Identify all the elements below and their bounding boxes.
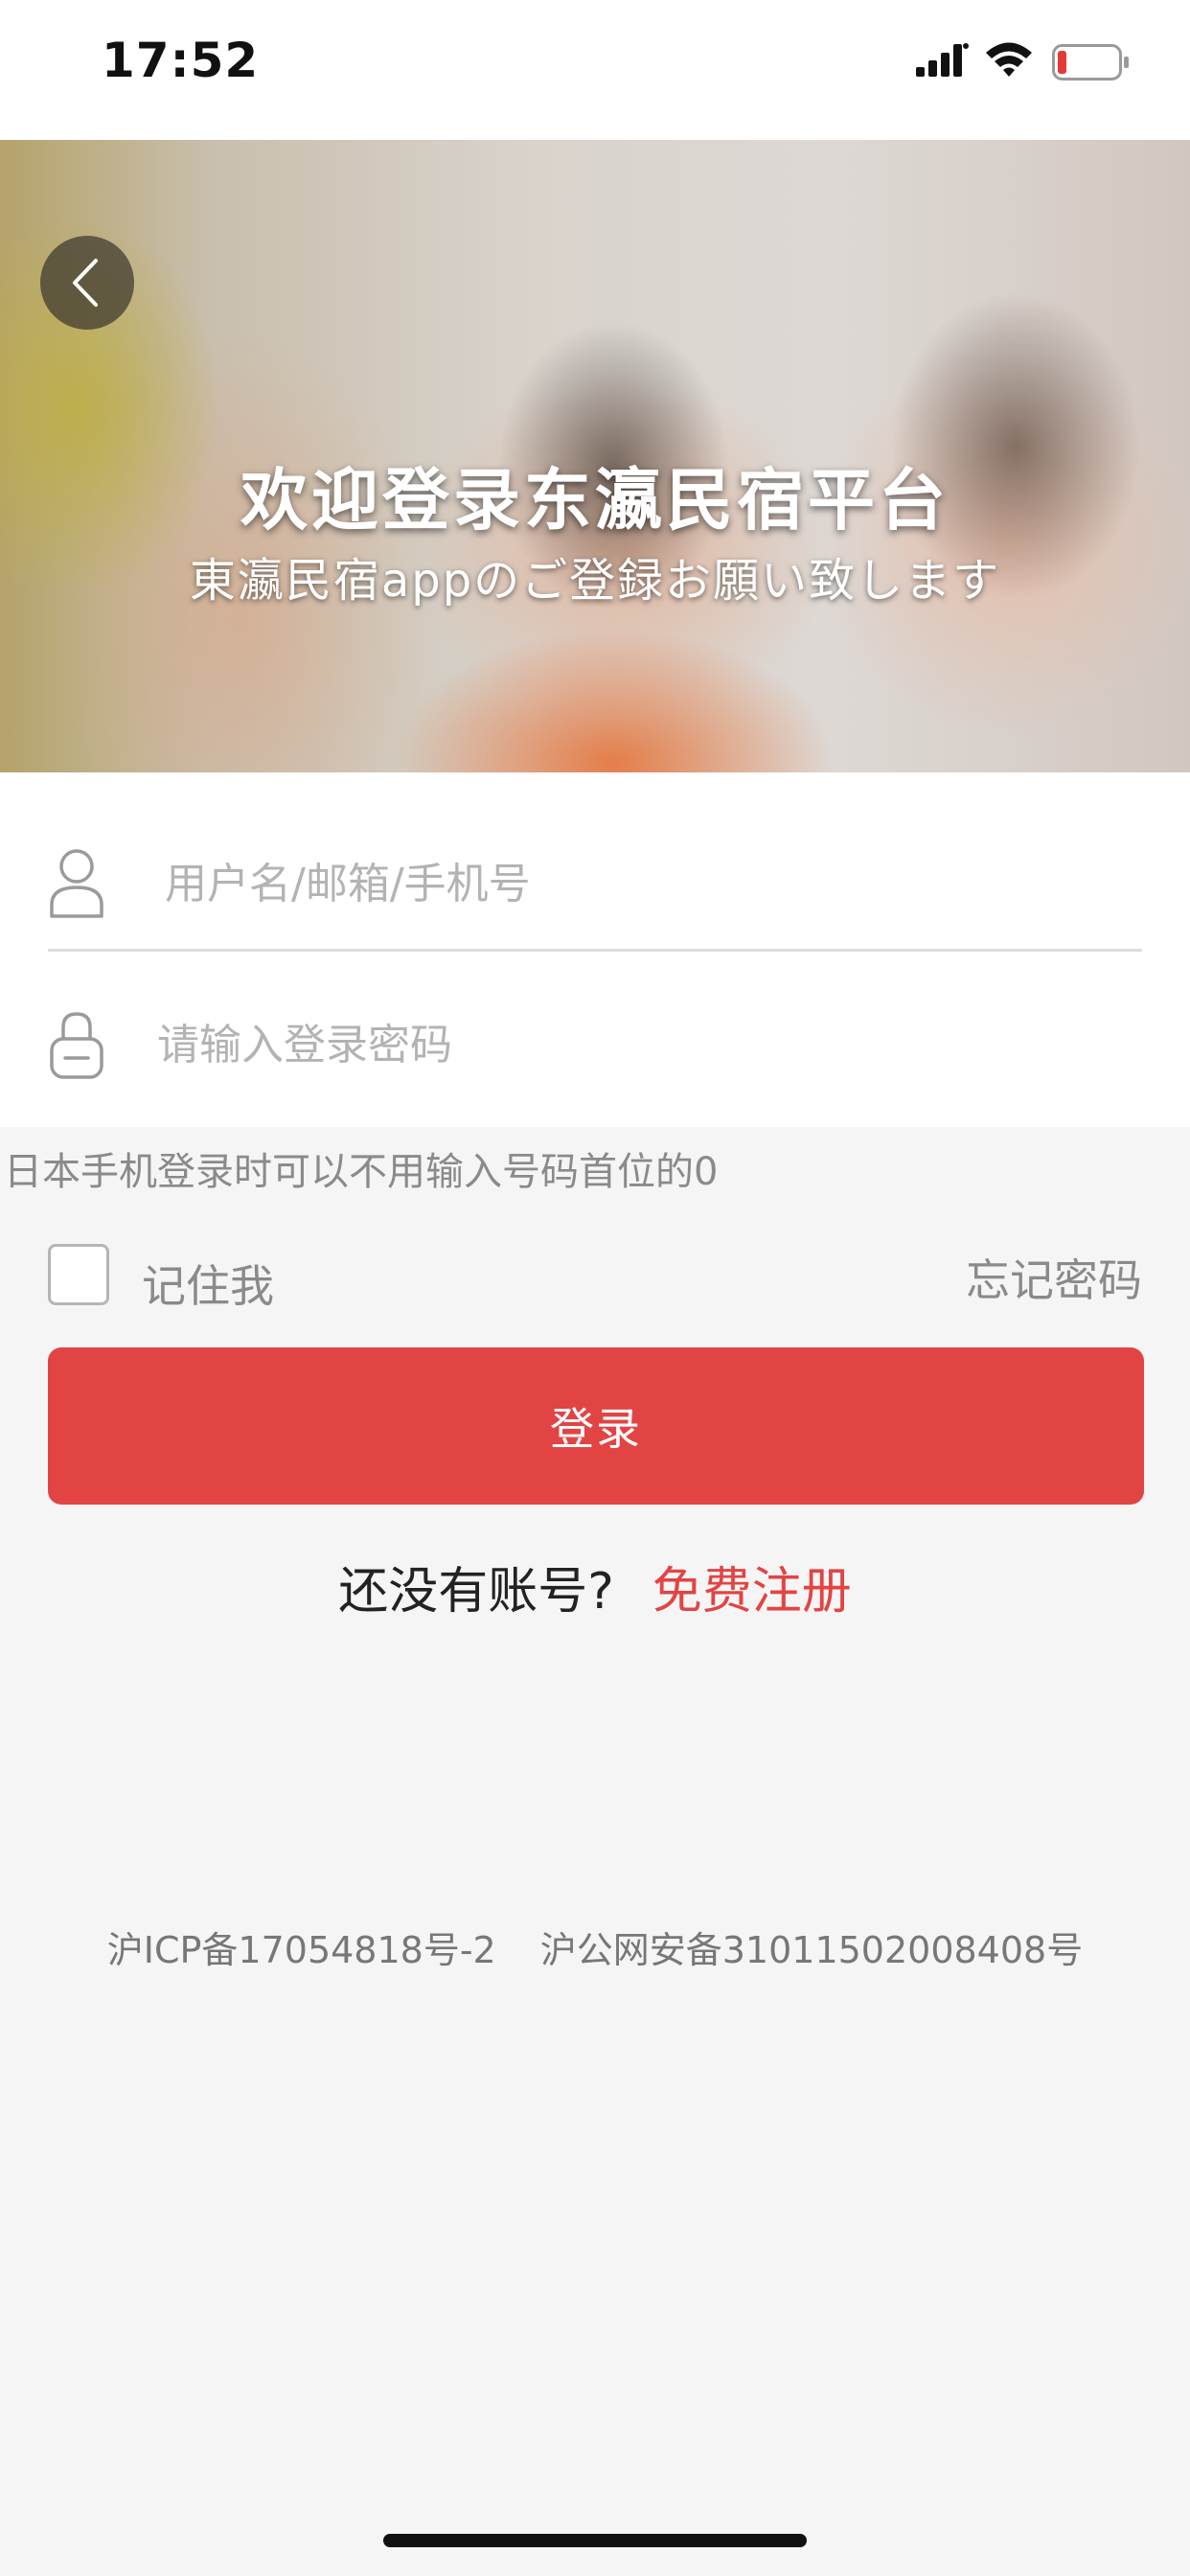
field-divider bbox=[48, 949, 1142, 952]
banner-subtitle: 東瀛民宿appのご登録お願い致します bbox=[189, 554, 1001, 608]
username-input[interactable] bbox=[165, 845, 1123, 922]
password-input[interactable] bbox=[157, 1006, 1115, 1083]
free-register-link[interactable]: 免费注册 bbox=[652, 1551, 852, 1622]
banner-title: 欢迎登录东瀛民宿平台 bbox=[240, 461, 950, 540]
remember-me-label[interactable]: 记住我 bbox=[142, 1252, 274, 1315]
login-form bbox=[0, 772, 1190, 1127]
forgot-password-link[interactable]: 忘记密码 bbox=[966, 1246, 1142, 1309]
register-row: 还没有账号? 免费注册 bbox=[0, 1551, 1190, 1622]
police-license-text: 沪公网安备31011502008408号 bbox=[539, 1929, 1084, 1971]
remember-me-checkbox[interactable] bbox=[48, 1244, 109, 1305]
status-time: 17:52 bbox=[102, 33, 260, 88]
battery-icon bbox=[1052, 44, 1129, 80]
cellular-signal-icon bbox=[916, 43, 969, 77]
footer-licenses: 沪ICP备17054818号-2 沪公网安备31011502008408号 bbox=[0, 1920, 1190, 1973]
back-button[interactable] bbox=[40, 236, 134, 330]
lock-icon bbox=[50, 1012, 103, 1079]
user-icon bbox=[50, 849, 103, 918]
status-bar: 17:52 bbox=[0, 0, 1190, 140]
phone-hint-text: 日本手机登录时可以不用输入号码首位的0 bbox=[4, 1150, 719, 1194]
welcome-banner: 欢迎登录东瀛民宿平台 東瀛民宿appのご登録お願い致します bbox=[0, 140, 1190, 772]
icp-license-text: 沪ICP备17054818号-2 bbox=[106, 1929, 496, 1971]
wifi-icon bbox=[986, 42, 1032, 77]
chevron-left-icon bbox=[73, 259, 98, 307]
register-prompt: 还没有账号? bbox=[338, 1563, 614, 1621]
login-button[interactable]: 登录 bbox=[48, 1347, 1144, 1505]
home-indicator[interactable] bbox=[383, 2534, 807, 2547]
